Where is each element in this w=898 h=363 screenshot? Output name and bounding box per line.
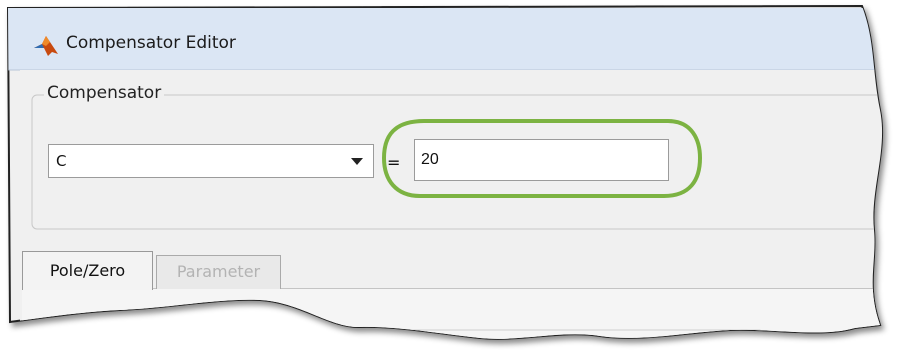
tab-content-area [22, 289, 883, 339]
equals-sign: = [387, 153, 401, 172]
window-background [6, 4, 884, 340]
tab-parameter[interactable]: Parameter [156, 255, 281, 289]
chevron-down-icon[interactable] [351, 158, 363, 165]
compensator-editor-window: Compensator Editor Compensator C = Pole/… [0, 0, 898, 363]
compensator-select[interactable]: C [48, 144, 374, 178]
window-title: Compensator Editor [66, 33, 236, 53]
compensator-select-value: C [56, 152, 67, 170]
compensator-group-label: Compensator [44, 83, 165, 103]
tab-pole-zero[interactable]: Pole/Zero [22, 251, 153, 290]
compensator-value-input[interactable] [414, 139, 669, 181]
matlab-logo-icon [34, 36, 58, 56]
